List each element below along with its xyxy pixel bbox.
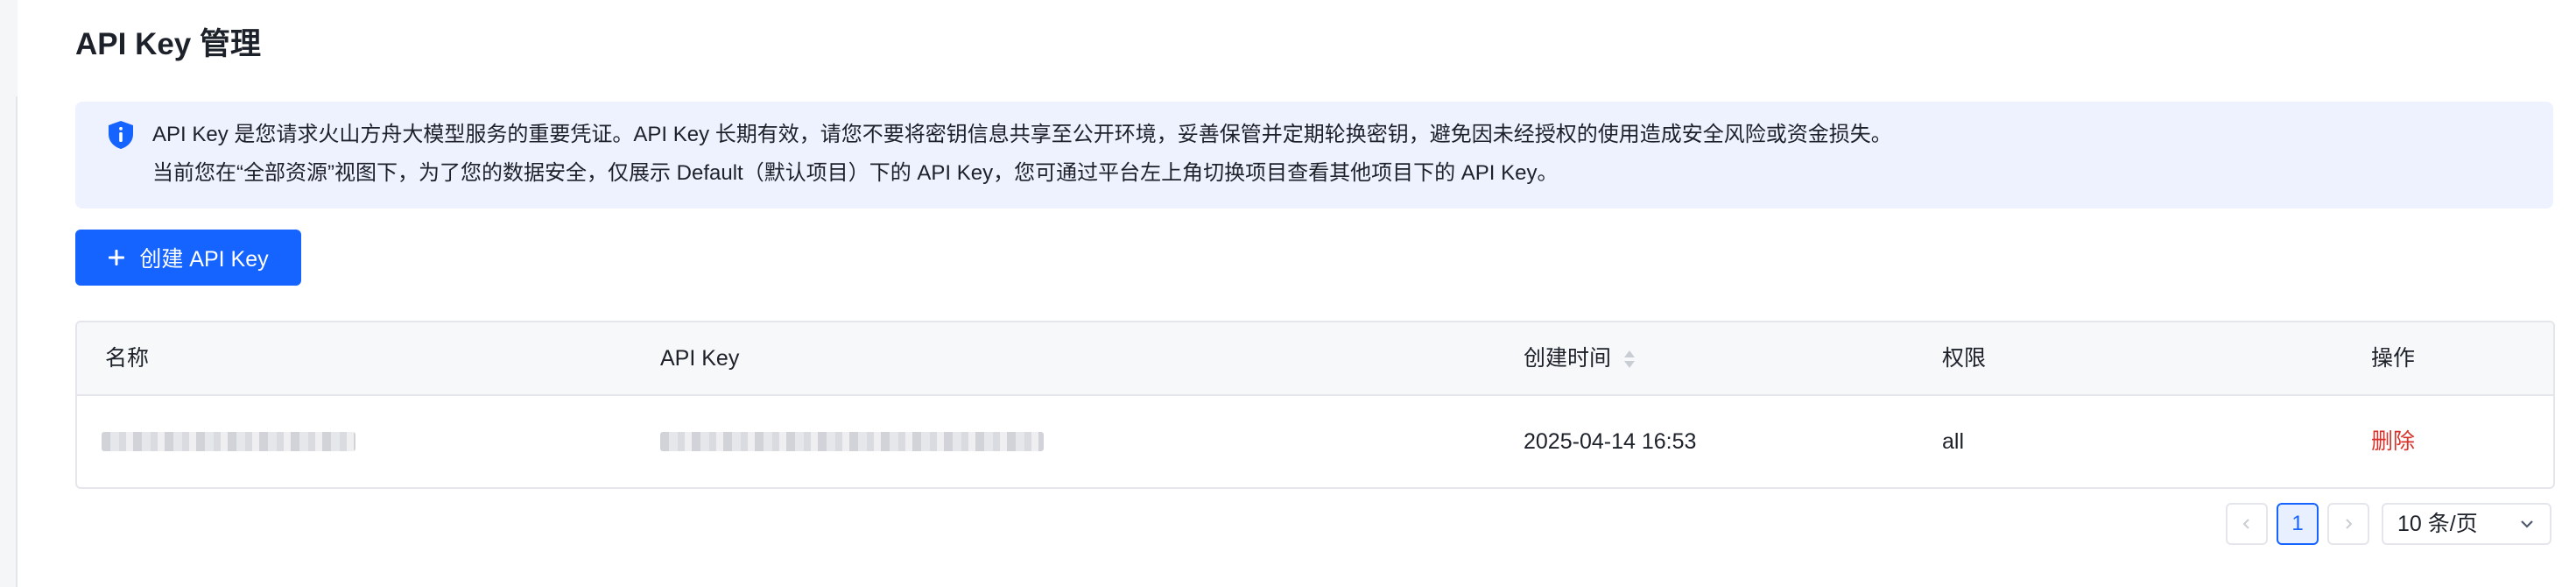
redacted-key-name	[102, 432, 355, 451]
notice-line-2: 当前您在“全部资源”视图下，为了您的数据安全，仅展示 Default（默认项目）…	[152, 161, 1559, 185]
next-page-button[interactable]	[2327, 503, 2369, 545]
column-header-created-at[interactable]: 创建时间	[1524, 322, 1637, 394]
created-at-value: 2025-04-14 16:53	[1524, 429, 1697, 454]
column-header-actions: 操作	[2371, 346, 2416, 371]
sort-icon[interactable]	[1622, 347, 1637, 371]
security-notice: API Key 是您请求火山方舟大模型服务的重要凭证。API Key 长期有效，…	[75, 102, 2553, 209]
prev-page-button[interactable]	[2226, 503, 2268, 545]
page-title: API Key 管理	[75, 27, 261, 61]
main-content: API Key 管理 API Key 是您请求火山方舟大模型服务的重要凭证。AP…	[75, 0, 2555, 587]
sidebar-divider	[16, 96, 18, 587]
shield-info-icon	[109, 121, 133, 149]
api-key-table: 名称 API Key 创建时间 权限 操作 2025-04-14 16:53 a…	[75, 321, 2555, 489]
chevron-down-icon	[2521, 520, 2533, 528]
permission-value: all	[1942, 429, 1965, 454]
column-header-created-at-label: 创建时间	[1524, 346, 1612, 371]
notice-line-1: API Key 是您请求火山方舟大模型服务的重要凭证。API Key 长期有效，…	[152, 123, 1892, 146]
column-header-api-key: API Key	[660, 346, 740, 371]
column-header-name: 名称	[105, 346, 150, 371]
page-size-label: 10 条/页	[2397, 512, 2478, 536]
notice-text: API Key 是您请求火山方舟大模型服务的重要凭证。API Key 长期有效，…	[152, 116, 1892, 193]
create-api-key-button[interactable]: 创建 API Key	[75, 230, 301, 286]
plus-icon	[109, 250, 125, 265]
page-1-button[interactable]: 1	[2277, 503, 2319, 545]
page-size-select[interactable]: 10 条/页	[2382, 503, 2551, 545]
chevron-right-icon	[2346, 519, 2353, 529]
pagination: 1 10 条/页	[75, 503, 2553, 545]
create-api-key-label: 创建 API Key	[139, 247, 269, 272]
delete-button[interactable]: 删除	[2371, 396, 2415, 487]
chevron-left-icon	[2242, 519, 2249, 529]
table-header	[77, 322, 2553, 396]
redacted-api-key	[660, 432, 1044, 451]
left-sidebar-edge	[0, 0, 18, 587]
column-header-permission: 权限	[1942, 346, 1987, 371]
